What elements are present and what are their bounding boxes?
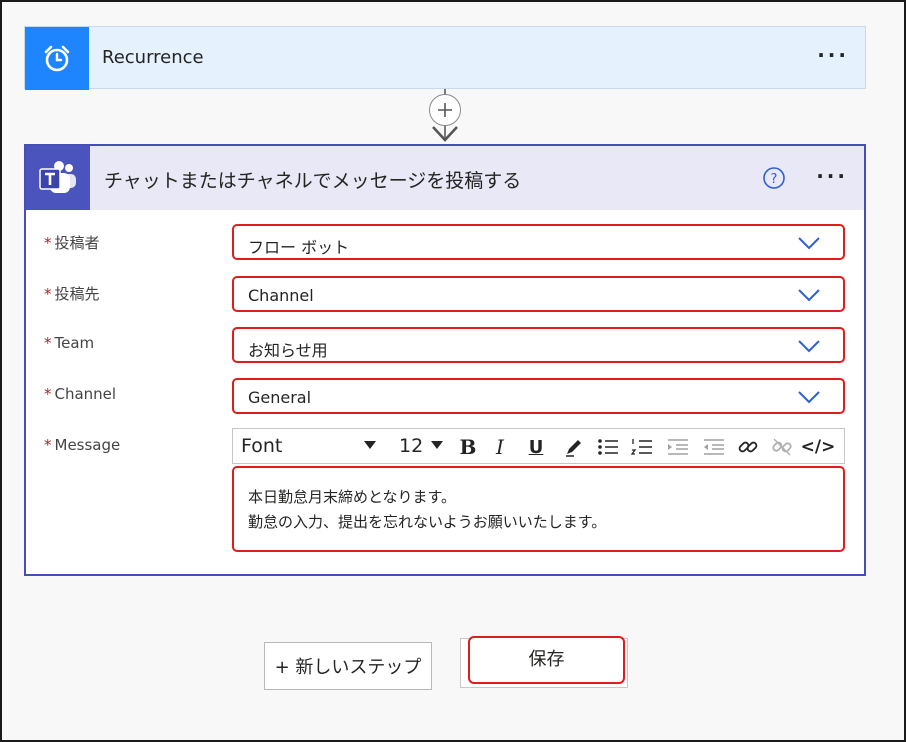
message-toolbar: Font 12 B I U </> — [232, 428, 845, 464]
channel-select-value: General — [248, 388, 312, 407]
chevron-down-icon — [798, 289, 820, 302]
post-message-menu-button[interactable]: ··· — [816, 166, 848, 186]
insert-link-button[interactable] — [735, 434, 761, 460]
chevron-down-icon — [798, 340, 820, 353]
unlink-icon — [772, 438, 792, 456]
bold-button[interactable]: B — [455, 434, 481, 460]
poster-select-value: フロー ボット — [248, 238, 350, 257]
recurrence-title: Recurrence — [102, 47, 204, 68]
underline-button[interactable]: U — [523, 434, 549, 460]
field-label-channel: * Channel — [44, 385, 117, 403]
font-size-select[interactable]: 12 — [399, 435, 423, 457]
svg-text:?: ? — [771, 172, 778, 187]
pen-icon — [566, 440, 581, 457]
save-button[interactable]: 保存 — [468, 636, 625, 684]
caret-down-icon — [431, 441, 443, 449]
plus-icon — [438, 103, 452, 117]
font-family-select[interactable]: Font — [241, 435, 282, 457]
designer-canvas: Recurrence ··· チャットまたはチャネルでメッセージを投稿する ? … — [0, 0, 906, 742]
post-in-select[interactable]: Channel — [232, 276, 845, 312]
message-editor[interactable]: 本日勤怠月末締めとなります。 勤怠の入力、提出を忘れないようお願いいたします。 — [232, 466, 845, 552]
remove-link-button[interactable] — [769, 434, 795, 460]
outdent-icon — [704, 439, 724, 455]
chevron-down-icon — [798, 391, 820, 404]
bullet-list-icon — [598, 439, 618, 455]
field-label-message: * Message — [44, 436, 121, 454]
question-circle-icon: ? — [763, 167, 785, 189]
team-select-value: お知らせ用 — [248, 341, 328, 360]
post-in-select-value: Channel — [248, 286, 314, 305]
field-label-team: * Team — [44, 334, 95, 352]
outdent-button[interactable] — [701, 434, 727, 460]
field-label-post-in: * 投稿先 — [44, 285, 100, 303]
team-select[interactable]: お知らせ用 — [232, 327, 845, 363]
message-line: 本日勤怠月末締めとなります。 — [248, 488, 457, 506]
italic-button[interactable]: I — [487, 434, 513, 460]
numbered-list-button[interactable] — [629, 434, 655, 460]
channel-select[interactable]: General — [232, 378, 845, 414]
new-step-button[interactable]: + 新しいステップ — [264, 642, 432, 690]
alarm-clock-icon — [25, 27, 89, 90]
post-message-card: チャットまたはチャネルでメッセージを投稿する ? ··· * 投稿者 フロー ボッ… — [24, 144, 866, 576]
bullet-list-button[interactable] — [595, 434, 621, 460]
post-message-header[interactable]: チャットまたはチャネルでメッセージを投稿する ? ··· — [26, 146, 864, 210]
numbered-list-icon — [631, 439, 652, 455]
caret-down-icon — [364, 441, 376, 449]
insert-step-button[interactable] — [429, 94, 461, 126]
recurrence-menu-button[interactable]: ··· — [817, 45, 849, 65]
indent-icon — [668, 439, 688, 455]
help-button[interactable]: ? — [762, 166, 786, 194]
recurrence-card[interactable]: Recurrence ··· — [24, 26, 866, 90]
chevron-down-icon — [798, 237, 820, 250]
link-icon — [738, 441, 758, 453]
highlight-pen-button[interactable] — [561, 434, 587, 460]
post-message-title: チャットまたはチャネルでメッセージを投稿する — [104, 170, 522, 192]
poster-select[interactable]: フロー ボット — [232, 224, 845, 260]
field-label-poster: * 投稿者 — [44, 234, 100, 252]
message-line: 勤怠の入力、提出を忘れないようお願いいたします。 — [248, 513, 607, 531]
indent-button[interactable] — [665, 434, 691, 460]
code-view-button[interactable]: </> — [801, 434, 836, 460]
teams-logo-icon — [26, 146, 90, 210]
